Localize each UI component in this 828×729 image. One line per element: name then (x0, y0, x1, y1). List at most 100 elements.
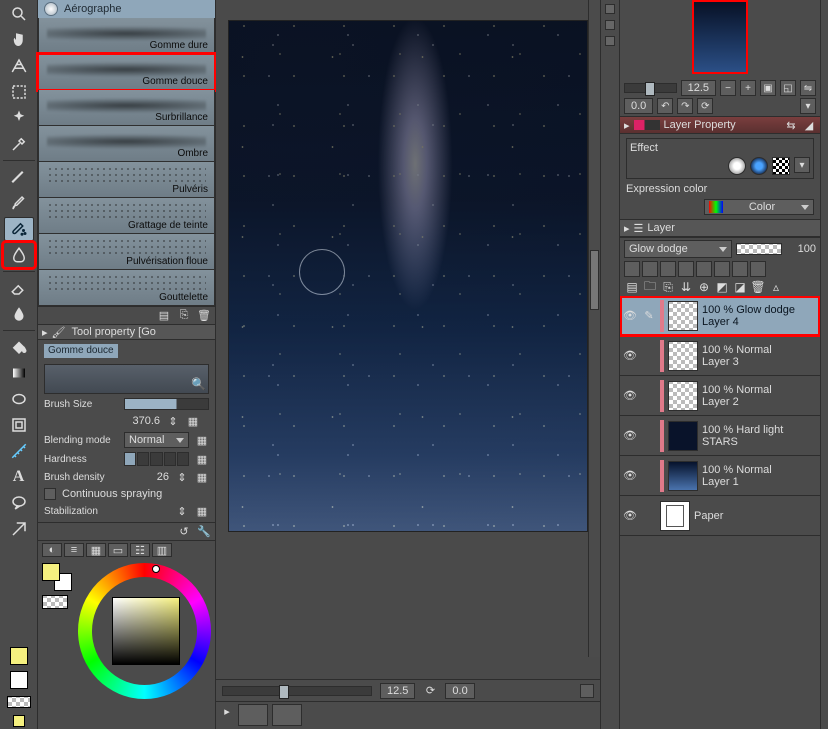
transparency-swatch[interactable] (42, 595, 68, 609)
density-link-icon[interactable]: ▦ (195, 470, 209, 484)
flip-icon[interactable]: ⇋ (800, 80, 816, 96)
stab-stepper-icon[interactable]: ⇕ (175, 504, 189, 518)
layer-thumbnail[interactable] (668, 381, 698, 411)
effect-pattern-icon[interactable] (772, 157, 790, 175)
fit-icon[interactable]: ▣ (760, 80, 776, 96)
hardness-link-icon[interactable]: ▦ (195, 452, 209, 466)
bg-swatch[interactable] (4, 669, 34, 691)
navigator-thumbnail[interactable] (620, 0, 820, 78)
layer-thumbnail[interactable] (668, 301, 698, 331)
brush-ombre[interactable]: Ombre (38, 126, 215, 162)
brush-gomme-douce[interactable]: Gomme douce (38, 54, 215, 90)
rotate-reset-icon[interactable]: ⟳ (423, 684, 437, 698)
color-tab-approx[interactable]: ▥ (152, 543, 172, 557)
timeline-slot[interactable] (238, 704, 268, 726)
selection-tool[interactable] (4, 80, 34, 104)
nav-angle-readout[interactable]: 0.0 (624, 98, 653, 114)
dock-handle-icon[interactable] (605, 36, 615, 46)
layer-panel-header[interactable]: ▸ ☰ Layer (620, 219, 820, 237)
density-stepper-icon[interactable]: ⇕ (175, 470, 189, 484)
correct-tool[interactable] (4, 517, 34, 541)
rotate-ccw-icon[interactable]: ↶ (657, 98, 673, 114)
color-wheel[interactable] (78, 563, 211, 699)
lp-opt2-icon[interactable]: ◢ (802, 118, 816, 132)
mask-icon[interactable] (714, 261, 730, 277)
dock-handle-icon[interactable] (605, 20, 615, 30)
zoom-out-icon[interactable]: − (720, 80, 736, 96)
layer-thumbnail[interactable] (668, 341, 698, 371)
visibility-icon[interactable]: 👁 (622, 389, 638, 402)
gradient-tool[interactable] (4, 361, 34, 385)
vertical-scrollbar[interactable] (588, 0, 600, 657)
combine-icon[interactable]: ⊕ (696, 279, 712, 295)
layer-paper[interactable]: 👁 Paper (620, 496, 820, 536)
frame-tool[interactable] (4, 413, 34, 437)
actual-icon[interactable]: ◱ (780, 80, 796, 96)
canvas-viewport[interactable] (216, 0, 600, 679)
color-tab-bars[interactable]: ≡ (64, 543, 84, 557)
color-tab-mid[interactable]: ▭ (108, 543, 128, 557)
zoom-in-icon[interactable]: + (740, 80, 756, 96)
airbrush-tool[interactable] (4, 217, 34, 241)
layer-layer2[interactable]: 👁 100 % NormalLayer 2 (620, 376, 820, 416)
wrench-prop-icon[interactable]: 🔧 (197, 525, 211, 539)
trash-brush-icon[interactable]: 🗑 (197, 309, 211, 323)
visibility-icon[interactable]: 👁 (622, 349, 638, 362)
eyedropper-tool[interactable] (4, 132, 34, 156)
collapse-icon[interactable]: ▸ (624, 222, 630, 235)
stab-link-icon[interactable]: ▦ (195, 504, 209, 518)
ruler-icon[interactable] (732, 261, 748, 277)
mini-fg[interactable] (4, 713, 34, 729)
collapse-icon[interactable]: ▸ (42, 326, 48, 339)
opacity-slider[interactable] (736, 243, 782, 255)
lock-alpha-icon[interactable] (696, 261, 712, 277)
reset-prop-icon[interactable]: ↺ (177, 525, 191, 539)
shape-tool[interactable] (4, 387, 34, 411)
brush-gouttelette[interactable]: Gouttelette (38, 270, 215, 306)
pen-tool[interactable] (4, 165, 34, 189)
wand-tool[interactable] (4, 106, 34, 130)
angle-readout[interactable]: 0.0 (445, 683, 474, 699)
ruler-tool[interactable] (4, 439, 34, 463)
artboard[interactable] (228, 20, 588, 532)
blend-mode-dropdown[interactable]: Normal (124, 432, 189, 448)
hardness-steps[interactable] (124, 452, 189, 466)
visibility-icon[interactable]: 👁 (622, 509, 638, 522)
layer-stars[interactable]: 👁 100 % Hard lightSTARS (620, 416, 820, 456)
timeline-collapse-icon[interactable]: ▸ (220, 704, 234, 718)
canvas-menu-icon[interactable] (580, 684, 594, 698)
new-brush-icon[interactable]: ▤ (157, 309, 171, 323)
color-tab-hist[interactable]: ☷ (130, 543, 150, 557)
layer-thumbnail[interactable] (660, 501, 690, 531)
fg-color-swatch[interactable] (42, 563, 60, 581)
brush-panel-header[interactable]: Aérographe (38, 0, 215, 18)
effect-dropdown-icon[interactable]: ▾ (794, 157, 810, 173)
zoom-slider[interactable] (222, 686, 372, 696)
magnifier-tool[interactable] (4, 2, 34, 26)
brush-grattage[interactable]: Grattage de teinte (38, 198, 215, 234)
ref-icon[interactable] (642, 261, 658, 277)
brush-pulveris[interactable]: Pulvéris (38, 162, 215, 198)
density-value[interactable]: 26 (133, 471, 169, 483)
brush-size-slider[interactable] (124, 398, 209, 410)
layer-thumbnail[interactable] (668, 421, 698, 451)
brush-pulv-floue[interactable]: Pulvérisation floue (38, 234, 215, 270)
opacity-value[interactable]: 100 (786, 243, 816, 255)
text-tool[interactable]: A (4, 465, 34, 489)
layer-layer3[interactable]: 👁 100 % NormalLayer 3 (620, 336, 820, 376)
rotate-reset-icon[interactable]: ⟳ (697, 98, 713, 114)
brush-tool[interactable] (4, 191, 34, 215)
zoom-readout[interactable]: 12.5 (380, 683, 415, 699)
apply-mask-icon[interactable]: ◪ (732, 279, 748, 295)
preview-zoom-icon[interactable]: 🔍 (191, 377, 206, 391)
fill-tool[interactable] (4, 335, 34, 359)
new-folder-icon[interactable]: 🗀 (642, 279, 658, 295)
current-brush-swatch[interactable]: Gomme douce (44, 344, 118, 358)
brush-gomme-dure[interactable]: Gomme dure (38, 18, 215, 54)
fg-swatch[interactable] (4, 645, 34, 667)
merge-icon[interactable]: ⇊ (678, 279, 694, 295)
balloon-tool[interactable] (4, 491, 34, 515)
color-tab-wheel[interactable]: ◐ (42, 543, 62, 557)
dock-handle-icon[interactable] (605, 4, 615, 14)
effect-tone-icon[interactable] (750, 157, 768, 175)
